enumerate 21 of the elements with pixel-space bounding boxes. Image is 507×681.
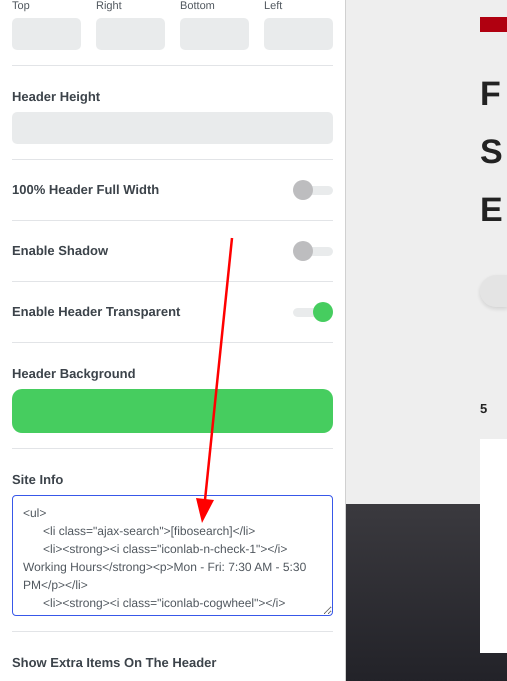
text-area[interactable]: <ul> <li class="ajax-search">[fibosearch]</li> <li><strong><i class="iconlab-n-check-1"></i> Working Hours</strong><p>Mon - Fri: 7:30 AM - 5:30 PM</p></li> <li><strong><i class="iconlab-cogwheel"></i> bbox=[12, 495, 333, 616]
toggle-switch[interactable] bbox=[293, 180, 333, 200]
field-label: Header Height bbox=[12, 89, 102, 105]
field-label: Right bbox=[96, 0, 123, 13]
toggle-label: 100% Header Full Width bbox=[12, 182, 160, 198]
field-label: Header Background bbox=[12, 366, 137, 382]
headline-text: E bbox=[480, 190, 504, 231]
headline-text: S bbox=[480, 132, 504, 173]
color-picker[interactable] bbox=[12, 389, 333, 433]
toggle-switch[interactable] bbox=[293, 241, 333, 261]
toggle-switch[interactable] bbox=[293, 302, 333, 322]
number-text: 5 bbox=[480, 401, 488, 417]
headline-text: F bbox=[480, 74, 502, 115]
field-label: Left bbox=[264, 0, 284, 13]
section-heading: Show Extra Items On The Header bbox=[12, 655, 218, 671]
accent-bar bbox=[480, 17, 507, 32]
field-label: Top bbox=[12, 0, 31, 13]
field-label: Site Info bbox=[12, 472, 64, 488]
toggle-label: Enable Shadow bbox=[12, 243, 108, 259]
toggle-label: Enable Header Transparent bbox=[12, 304, 180, 320]
field-label: Bottom bbox=[180, 0, 216, 13]
